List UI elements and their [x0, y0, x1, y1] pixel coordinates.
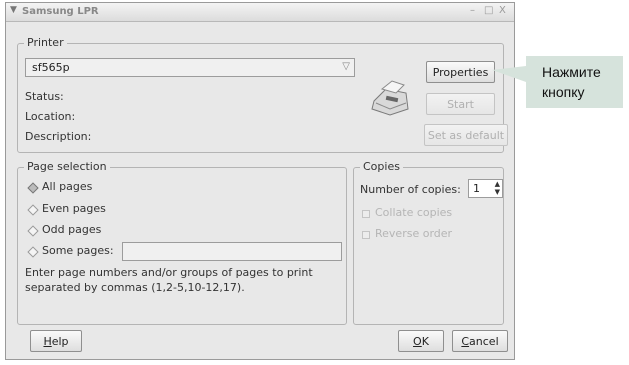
callout-box: Нажмите кнопку — [526, 56, 623, 108]
help-label-rest: elp — [51, 334, 69, 348]
title-bar[interactable]: ▼ Samsung LPR – □ X — [6, 3, 514, 22]
dropdown-arrow-icon: ▽ — [342, 61, 350, 72]
copies-spinbox[interactable]: 1 ▲ ▼ — [468, 179, 503, 198]
properties-button[interactable]: Properties — [426, 61, 495, 83]
minimize-icon[interactable]: – — [470, 5, 475, 16]
cancel-label-rest: ancel — [469, 334, 499, 348]
help-button[interactable]: Help — [30, 330, 82, 352]
callout-pointer — [492, 66, 526, 82]
printer-group-label: Printer — [24, 36, 67, 49]
status-label: Status: — [25, 90, 64, 103]
ok-mnemonic: O — [413, 334, 422, 348]
description-label: Description: — [25, 130, 92, 143]
set-default-button[interactable]: Set as default — [424, 124, 508, 146]
spin-arrows-icon[interactable]: ▲ ▼ — [495, 180, 500, 196]
callout-line-2: кнопку — [542, 84, 585, 100]
reverse-order-label: Reverse order — [375, 227, 453, 240]
all-pages-label: All pages — [42, 180, 93, 193]
callout-line-1: Нажмите — [542, 64, 601, 80]
collate-label: Collate copies — [375, 206, 453, 219]
ok-button[interactable]: OK — [398, 330, 444, 352]
maximize-icon[interactable]: □ — [484, 5, 493, 16]
some-pages-input[interactable] — [122, 242, 342, 261]
collate-checkbox[interactable] — [362, 210, 370, 218]
start-button[interactable]: Start — [426, 93, 495, 115]
printer-select[interactable]: sf565p ▽ — [25, 58, 355, 77]
close-icon[interactable]: X — [499, 5, 506, 16]
copies-group-label: Copies — [360, 160, 403, 173]
window-menu-icon[interactable]: ▼ — [10, 5, 17, 15]
printer-icon — [371, 80, 409, 116]
printer-select-value: sf565p — [32, 61, 70, 74]
reverse-order-checkbox[interactable] — [362, 231, 370, 239]
copies-value: 1 — [473, 182, 480, 195]
cancel-mnemonic: C — [461, 334, 470, 348]
odd-pages-label: Odd pages — [42, 223, 102, 236]
print-dialog-window: ▼ Samsung LPR – □ X Printer sf565p ▽ Sta… — [5, 2, 515, 360]
cancel-button[interactable]: Cancel — [452, 330, 508, 352]
number-of-copies-label: Number of copies: — [360, 183, 461, 196]
even-pages-label: Even pages — [42, 202, 106, 215]
page-selection-hint: Enter page numbers and/or groups of page… — [25, 266, 313, 294]
help-mnemonic: H — [43, 334, 52, 348]
window-title: Samsung LPR — [22, 6, 99, 17]
ok-label-rest: K — [421, 334, 429, 348]
location-label: Location: — [25, 110, 76, 123]
some-pages-label: Some pages: — [42, 244, 114, 257]
page-selection-label: Page selection — [24, 160, 110, 173]
